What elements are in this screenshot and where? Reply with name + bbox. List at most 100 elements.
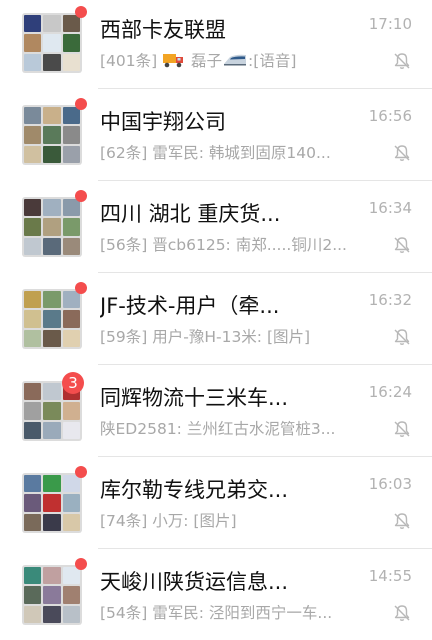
avatar-tile bbox=[62, 329, 80, 347]
avatar-tile bbox=[62, 34, 80, 52]
avatar-tile bbox=[43, 310, 61, 328]
avatar-tile bbox=[62, 291, 80, 309]
avatar-tile bbox=[24, 383, 42, 401]
avatar-tile bbox=[43, 107, 61, 125]
avatar-tile bbox=[24, 494, 42, 512]
avatar-tile bbox=[43, 145, 61, 163]
avatar-tile bbox=[43, 605, 61, 623]
avatar-tile bbox=[43, 291, 61, 309]
unread-dot bbox=[75, 282, 87, 294]
avatar-tile bbox=[62, 126, 80, 144]
avatar-tile bbox=[62, 513, 80, 531]
chat-list-item[interactable]: 西部卡友联盟 17:10 [401条] 磊子:[语音] bbox=[0, 0, 432, 89]
avatar-tile bbox=[24, 218, 42, 236]
chat-time: 16:32 bbox=[368, 291, 412, 309]
avatar-tile bbox=[62, 402, 80, 420]
avatar-tile bbox=[43, 475, 61, 493]
preview-sender: 磊子 bbox=[186, 52, 223, 70]
truck-emoji-icon bbox=[162, 51, 186, 73]
bell-muted-icon bbox=[392, 603, 412, 623]
chat-time: 17:10 bbox=[368, 15, 412, 33]
avatar-tile bbox=[43, 53, 61, 71]
chat-list-item[interactable]: 库尔勒专线兄弟交... 16:03 [74条] 小万: [图片] bbox=[0, 457, 432, 549]
avatar-tile bbox=[24, 475, 42, 493]
avatar-tile bbox=[43, 494, 61, 512]
avatar-tile bbox=[43, 402, 61, 420]
avatar-tile bbox=[24, 15, 42, 33]
avatar-tile bbox=[62, 53, 80, 71]
bell-muted-icon bbox=[392, 143, 412, 163]
group-avatar[interactable] bbox=[22, 105, 82, 165]
avatar-tile bbox=[24, 237, 42, 255]
chat-title: 天峻川陕货运信息... bbox=[100, 570, 289, 594]
avatar-tile bbox=[62, 237, 80, 255]
bell-muted-icon bbox=[392, 419, 412, 439]
group-avatar[interactable] bbox=[22, 13, 82, 73]
avatar-tile bbox=[24, 34, 42, 52]
avatar-tile bbox=[24, 291, 42, 309]
chat-preview: [54条] 雷军民: 泾阳到西宁一车... bbox=[100, 604, 333, 622]
chat-list-item[interactable]: 四川 湖北 重庆货... 16:34 [56条] 晋cb6125: 南郑.....铜… bbox=[0, 181, 432, 273]
chat-title: 四川 湖北 重庆货... bbox=[100, 202, 281, 226]
preview-message: :[语音] bbox=[248, 52, 297, 70]
avatar-tile bbox=[43, 383, 61, 401]
chat-time: 16:03 bbox=[368, 475, 412, 493]
avatar-tile bbox=[24, 586, 42, 604]
bell-muted-icon bbox=[392, 51, 412, 71]
avatar-tile bbox=[24, 53, 42, 71]
avatar-tile bbox=[43, 126, 61, 144]
avatar-tile bbox=[62, 586, 80, 604]
group-avatar[interactable] bbox=[22, 289, 82, 349]
avatar-tile bbox=[43, 567, 61, 585]
unread-dot bbox=[75, 190, 87, 202]
avatar-tile bbox=[24, 126, 42, 144]
avatar-tile bbox=[43, 237, 61, 255]
unread-dot bbox=[75, 558, 87, 570]
chat-time: 16:56 bbox=[368, 107, 412, 125]
avatar-tile bbox=[43, 199, 61, 217]
group-avatar[interactable] bbox=[22, 197, 82, 257]
chat-list-item[interactable]: 中国宇翔公司 16:56 [62条] 雷军民: 韩城到固原140... bbox=[0, 89, 432, 181]
chat-preview: 陕ED2581: 兰州红古水泥管桩3... bbox=[100, 420, 336, 438]
train-emoji-icon bbox=[222, 51, 248, 73]
avatar-tile bbox=[43, 34, 61, 52]
avatar-tile bbox=[62, 605, 80, 623]
group-avatar[interactable] bbox=[22, 565, 82, 625]
group-avatar[interactable] bbox=[22, 473, 82, 533]
chat-preview: [59条] 用户-豫H-13米: [图片] bbox=[100, 328, 311, 346]
avatar-tile bbox=[62, 145, 80, 163]
avatar-tile bbox=[62, 494, 80, 512]
avatar-tile bbox=[43, 421, 61, 439]
chat-preview: [56条] 晋cb6125: 南郑.....铜川2... bbox=[100, 236, 347, 254]
unread-count-badge: 3 bbox=[62, 372, 84, 394]
chat-list-item[interactable]: 3 同辉物流十三米车... 16:24 陕ED2581: 兰州红古水泥管桩3... bbox=[0, 365, 432, 457]
unread-dot bbox=[75, 6, 87, 18]
avatar-tile bbox=[24, 605, 42, 623]
avatar-tile bbox=[43, 513, 61, 531]
avatar-tile bbox=[43, 15, 61, 33]
avatar-tile bbox=[43, 218, 61, 236]
avatar-tile bbox=[24, 567, 42, 585]
chat-list-item[interactable]: JF-技术-用户（牵... 16:32 [59条] 用户-豫H-13米: [图片] bbox=[0, 273, 432, 365]
avatar-tile bbox=[43, 329, 61, 347]
avatar-tile bbox=[62, 107, 80, 125]
bell-muted-icon bbox=[392, 511, 412, 531]
chat-time: 16:34 bbox=[368, 199, 412, 217]
avatar-tile bbox=[24, 329, 42, 347]
chat-title: 西部卡友联盟 bbox=[100, 18, 226, 42]
avatar-tile bbox=[62, 218, 80, 236]
chat-time: 16:24 bbox=[368, 383, 412, 401]
unread-dot bbox=[75, 98, 87, 110]
chat-preview: [401条] 磊子:[语音] bbox=[100, 49, 362, 73]
chat-title: 同辉物流十三米车... bbox=[100, 386, 289, 410]
chat-time: 14:55 bbox=[368, 567, 412, 585]
bell-muted-icon bbox=[392, 235, 412, 255]
avatar-tile bbox=[24, 513, 42, 531]
chat-preview: [74条] 小万: [图片] bbox=[100, 512, 237, 530]
avatar-tile bbox=[24, 310, 42, 328]
avatar-tile bbox=[24, 402, 42, 420]
avatar-tile bbox=[24, 145, 42, 163]
avatar-tile bbox=[62, 421, 80, 439]
unread-dot bbox=[75, 466, 87, 478]
chat-list-item[interactable]: 天峻川陕货运信息... 14:55 [54条] 雷军民: 泾阳到西宁一车... bbox=[0, 549, 432, 640]
